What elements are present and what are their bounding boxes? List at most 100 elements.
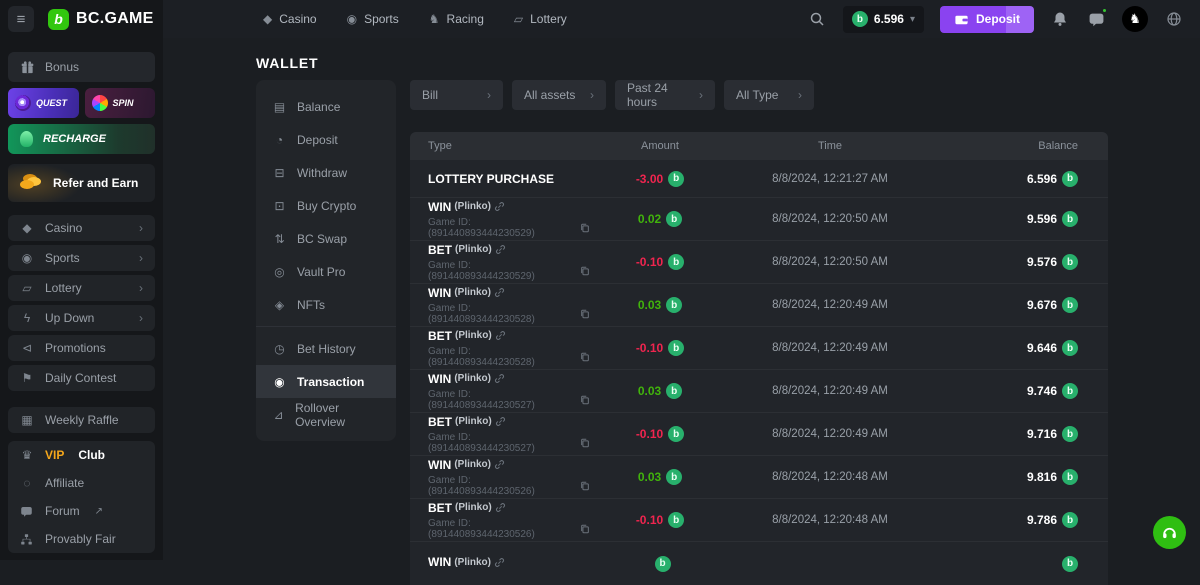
filter-bill[interactable]: Bill ›: [410, 80, 503, 110]
nav-label: Sports: [364, 12, 399, 26]
search-icon[interactable]: [807, 9, 827, 29]
wallet-nav-transaction[interactable]: ◉ Transaction: [256, 365, 396, 398]
tx-game: (Plinko): [455, 502, 492, 513]
table-row: BET(Plinko) Game ID: (891440893444230526…: [410, 499, 1108, 542]
column-balance: Balance: [930, 140, 1078, 152]
bc-coin-icon: [668, 426, 684, 442]
sidebar-item-sports[interactable]: ◉ Sports ›: [8, 245, 155, 271]
sidebar-item-promotions[interactable]: ⊲ Promotions: [8, 335, 155, 361]
sidebar-item-label: Forum: [45, 504, 80, 518]
tx-time: 8/8/2024, 12:20:48 AM: [772, 471, 888, 483]
wallet-nav-bc-swap[interactable]: ⇅ BC Swap: [256, 222, 396, 255]
tx-amount: 0.03: [638, 384, 661, 398]
sidebar-item-forum[interactable]: Forum ↗: [8, 497, 155, 525]
filter-type[interactable]: All Type ›: [724, 80, 814, 110]
wallet-nav-bet-history[interactable]: ◷ Bet History: [256, 332, 396, 365]
bonus-button[interactable]: Bonus: [8, 52, 155, 82]
tx-game-id: Game ID: (891440893444230528): [428, 303, 576, 325]
nav-racing[interactable]: ♞ Racing: [429, 12, 484, 26]
copy-icon[interactable]: [580, 352, 590, 362]
bc-coin-icon: [1062, 171, 1078, 187]
refer-and-earn-button[interactable]: Refer and Earn: [8, 164, 155, 202]
wallet-nav-vault-pro[interactable]: ◎ Vault Pro: [256, 255, 396, 288]
sports-icon: ◉: [347, 12, 357, 26]
link-icon[interactable]: [494, 557, 505, 568]
chevron-down-icon: ▾: [910, 14, 915, 25]
tx-balance: 9.596: [1027, 212, 1057, 226]
copy-icon[interactable]: [580, 395, 590, 405]
bc-coin-icon: [1062, 297, 1078, 313]
sidebar-item-daily-contest[interactable]: ⚑ Daily Contest: [8, 365, 155, 391]
chat-icon[interactable]: [1086, 9, 1106, 29]
link-icon[interactable]: [495, 330, 506, 341]
link-icon[interactable]: [495, 502, 506, 513]
filter-label: All Type: [736, 88, 778, 102]
link-icon[interactable]: [495, 244, 506, 255]
tx-amount: 0.03: [638, 470, 661, 484]
wallet-nav-rollover-overview[interactable]: ⊿ Rollover Overview: [256, 398, 396, 431]
bc-coin-icon: [668, 340, 684, 356]
copy-icon[interactable]: [580, 266, 590, 276]
tx-type: WIN: [428, 555, 451, 569]
table-row: WIN(Plinko) Game ID: (891440893444230528…: [410, 284, 1108, 327]
sidebar-item-casino[interactable]: ◆ Casino ›: [8, 215, 155, 241]
sidebar-item-label: Daily Contest: [45, 371, 116, 385]
left-sidebar: Bonus QUEST SPIN RECHARGE Refer and Earn…: [0, 38, 163, 560]
filter-timerange[interactable]: Past 24 hours ›: [615, 80, 715, 110]
chevron-right-icon: ›: [139, 251, 143, 265]
copy-icon[interactable]: [580, 438, 590, 448]
provably-fair-icon: [20, 533, 34, 546]
link-icon[interactable]: [494, 373, 505, 384]
hamburger-menu-button[interactable]: ≡: [8, 6, 34, 32]
sidebar-item-label: Casino: [45, 221, 82, 235]
bc-coin-icon: [1062, 340, 1078, 356]
link-icon[interactable]: [494, 287, 505, 298]
live-support-button[interactable]: [1153, 516, 1186, 549]
user-avatar[interactable]: [1122, 6, 1148, 32]
link-icon[interactable]: [495, 416, 506, 427]
nav-casino[interactable]: ◆ Casino: [263, 12, 317, 26]
table-row: BET(Plinko) Game ID: (891440893444230529…: [410, 241, 1108, 284]
sidebar-item-updown[interactable]: ϟ Up Down ›: [8, 305, 155, 331]
table-row: WIN(Plinko) Game ID: (891440893444230529…: [410, 198, 1108, 241]
wallet-nav-balance[interactable]: ▤ Balance: [256, 90, 396, 123]
brand-logo[interactable]: BC.GAME: [48, 9, 154, 30]
tx-type: WIN: [428, 200, 451, 214]
sidebar-item-provably-fair[interactable]: Provably Fair: [8, 525, 155, 553]
copy-icon[interactable]: [580, 223, 590, 233]
spin-button[interactable]: SPIN: [85, 88, 156, 118]
nav-lottery[interactable]: ▱ Lottery: [514, 12, 567, 26]
wallet-nav-nfts[interactable]: ◈ NFTs: [256, 288, 396, 321]
tx-game-id: Game ID: (891440893444230526): [428, 475, 576, 497]
nav-sports[interactable]: ◉ Sports: [347, 12, 399, 26]
balance-selector[interactable]: 6.596 ▾: [843, 6, 924, 33]
wallet-nav-label: BC Swap: [297, 232, 347, 246]
sidebar-item-weekly-raffle[interactable]: ▦ Weekly Raffle: [8, 407, 155, 433]
sidebar-item-affiliate[interactable]: ◌ Affiliate: [8, 469, 155, 497]
recharge-label: RECHARGE: [43, 133, 106, 145]
copy-icon[interactable]: [580, 524, 590, 534]
language-globe-icon[interactable]: [1164, 9, 1184, 29]
notifications-bell-icon[interactable]: [1050, 9, 1070, 29]
nav-label: Racing: [447, 12, 484, 26]
copy-icon[interactable]: [580, 481, 590, 491]
club-label: Club: [78, 448, 105, 462]
recharge-button[interactable]: RECHARGE: [8, 124, 155, 154]
copy-icon[interactable]: [580, 309, 590, 319]
tx-game-id: Game ID: (891440893444230529): [428, 260, 576, 282]
deposit-button[interactable]: Deposit: [940, 6, 1034, 33]
quest-button[interactable]: QUEST: [8, 88, 79, 118]
sidebar-item-vip-club[interactable]: ♛ VIP Club: [8, 441, 155, 469]
transaction-panel: Bill › All assets › Past 24 hours › All …: [410, 80, 1108, 585]
wallet-nav-buy-crypto[interactable]: ⊡ Buy Crypto: [256, 189, 396, 222]
wallet-nav-deposit[interactable]: ◔ Deposit: [256, 123, 396, 156]
tx-game-id: Game ID: (891440893444230527): [428, 389, 576, 411]
wallet-nav-withdraw[interactable]: ⊟ Withdraw: [256, 156, 396, 189]
sidebar-item-lottery[interactable]: ▱ Lottery ›: [8, 275, 155, 301]
chevron-right-icon: ›: [139, 311, 143, 325]
sidebar-item-label: Sports: [45, 251, 80, 265]
link-icon[interactable]: [494, 459, 505, 470]
filter-assets[interactable]: All assets ›: [512, 80, 606, 110]
lightning-icon: ϟ: [20, 311, 34, 325]
link-icon[interactable]: [494, 201, 505, 212]
